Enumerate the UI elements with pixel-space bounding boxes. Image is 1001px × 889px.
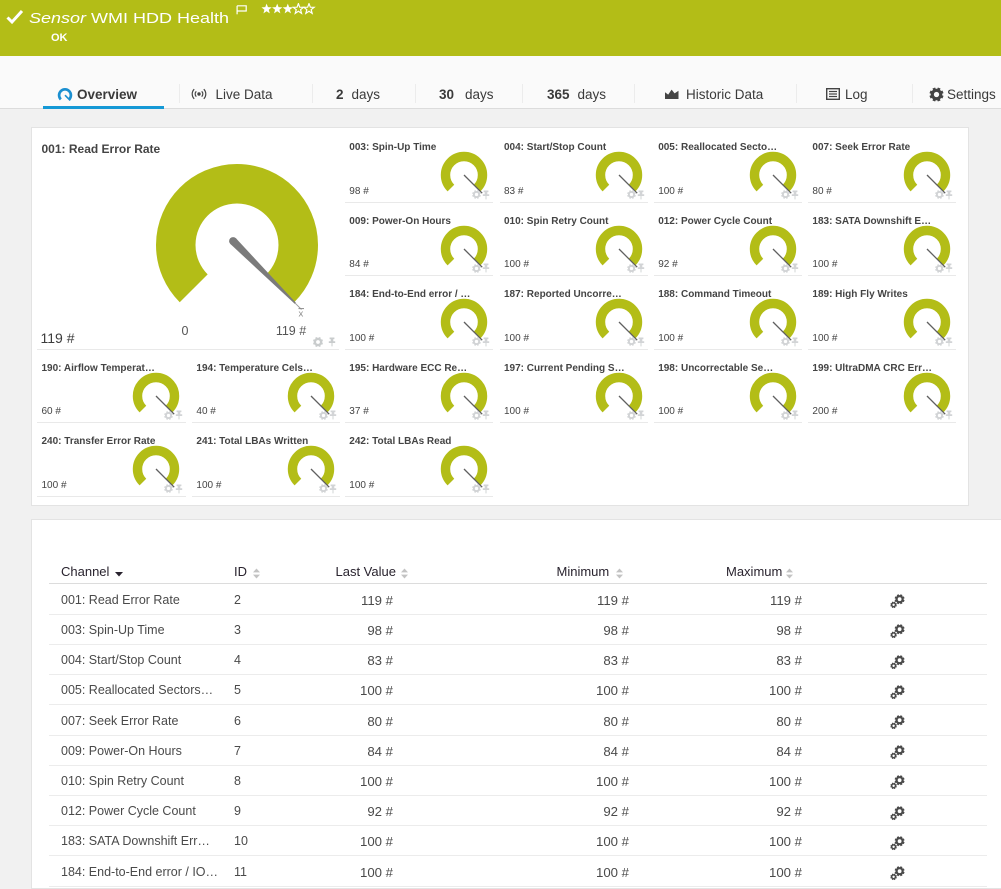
svg-text:x: x <box>299 308 304 319</box>
